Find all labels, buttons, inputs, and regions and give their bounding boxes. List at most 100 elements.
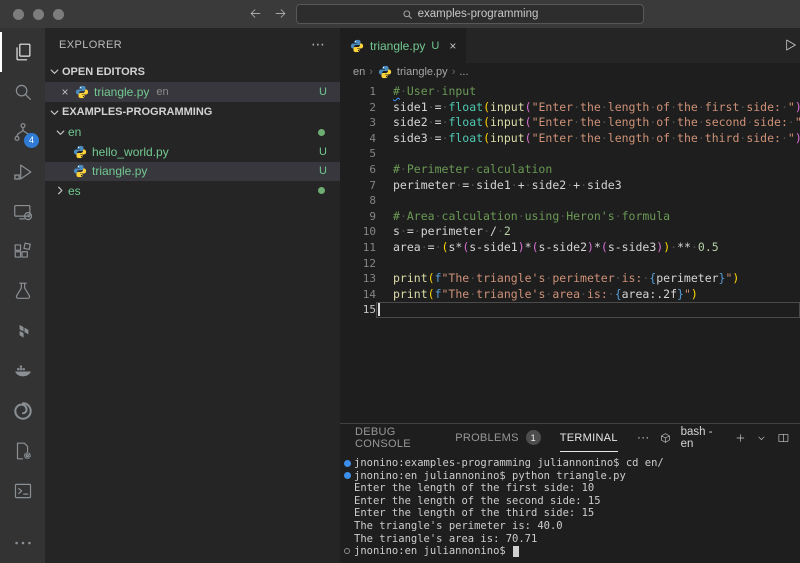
open-editors-list: ×triangle.pyenU	[45, 82, 340, 102]
forward-icon[interactable]	[273, 6, 288, 26]
line-number: 15	[340, 302, 376, 318]
activity-run-and-debug[interactable]	[0, 152, 45, 192]
tree-file-triangle-py[interactable]: triangle.pyU	[45, 162, 340, 182]
line-number: 1	[340, 84, 376, 100]
python-icon	[75, 85, 89, 99]
tree-folder-es[interactable]: es	[45, 181, 340, 201]
tree-file-hello_world-py[interactable]: hello_world.pyU	[45, 142, 340, 162]
line-number: 12	[340, 256, 376, 272]
terminal-text: Enter the length of the third side: 15	[354, 507, 594, 520]
activity-docker[interactable]	[0, 351, 45, 391]
code-line-1[interactable]: 1#·User·input	[340, 84, 800, 100]
panel-tab-terminal[interactable]: TERMINAL	[560, 424, 618, 452]
line-number: 13	[340, 271, 376, 287]
line-content: side3·=·float(input("Enter·the·length·of…	[376, 131, 800, 147]
git-untracked-badge: U	[319, 86, 327, 98]
terminal-line: jnonino:en juliannonino$ python triangle…	[340, 470, 800, 483]
breadcrumb-item[interactable]: ...	[459, 66, 468, 78]
tab-strip: triangle.py U ×	[340, 28, 800, 63]
remote-explorer-icon	[12, 201, 34, 223]
activity-file-gear[interactable]	[0, 431, 45, 471]
run-python-file-button[interactable]	[782, 37, 798, 58]
panel-more-icon[interactable]: ⋯	[637, 430, 651, 446]
text-cursor	[378, 303, 380, 316]
line-number: 6	[340, 162, 376, 178]
line-number: 4	[340, 131, 376, 147]
close-window-button[interactable]	[13, 9, 24, 20]
activity-extensions[interactable]	[0, 232, 45, 272]
play-icon	[782, 37, 798, 53]
breadcrumb-item[interactable]: triangle.py	[397, 66, 448, 78]
code-line-2[interactable]: 2side1·=·float(input("Enter·the·length·o…	[340, 100, 800, 116]
activity-browser-spiral[interactable]	[0, 391, 45, 431]
line-content: area·=·(s*(s-side1)*(s-side2)*(s-side3))…	[376, 240, 719, 256]
code-line-7[interactable]: 7perimeter·=·side1·+·side2·+·side3	[340, 178, 800, 194]
activity-search[interactable]	[0, 72, 45, 112]
code-line-8[interactable]: 8	[340, 193, 800, 209]
chevron-down-icon	[47, 105, 62, 120]
activity-explorer[interactable]	[0, 32, 45, 72]
code-line-10[interactable]: 10s·=·perimeter·/·2	[340, 224, 800, 240]
split-terminal-icon[interactable]	[777, 431, 790, 445]
project-section-header[interactable]: EXAMPLES-PROGRAMMING	[45, 102, 340, 123]
activity-terminal[interactable]	[0, 471, 45, 511]
explorer-actions-icon[interactable]: ⋯	[311, 36, 326, 53]
line-number: 9	[340, 209, 376, 225]
code-line-12[interactable]: 12	[340, 256, 800, 272]
code-line-15[interactable]: 15	[340, 302, 800, 318]
tree-folder-en[interactable]: en	[45, 123, 340, 143]
command-center-search[interactable]: examples-programming	[296, 4, 644, 24]
line-content: perimeter·=·side1·+·side2·+·side3	[376, 178, 622, 194]
activity-remote-explorer[interactable]	[0, 192, 45, 232]
code-line-14[interactable]: 14print(f"The·triangle's·area·is:·{area:…	[340, 287, 800, 303]
python-icon	[73, 164, 87, 178]
code-line-6[interactable]: 6#·Perimeter·calculation	[340, 162, 800, 178]
activity-terraform[interactable]	[0, 311, 45, 351]
minimize-window-button[interactable]	[33, 9, 44, 20]
code-line-4[interactable]: 4side3·=·float(input("Enter·the·length·o…	[340, 131, 800, 147]
git-untracked-badge: U	[319, 146, 327, 158]
python-icon	[350, 39, 364, 53]
maximize-window-button[interactable]	[53, 9, 64, 20]
code-editor[interactable]: 1#·User·input2side1·=·float(input("Enter…	[340, 80, 800, 423]
terminal-instance-label[interactable]: bash - en	[681, 426, 725, 450]
command-center-label: examples-programming	[418, 8, 539, 20]
terminal-text: Enter the length of the second side: 15	[354, 495, 601, 508]
breadcrumb-item[interactable]: en	[353, 66, 365, 78]
line-content	[376, 193, 393, 209]
explorer-sidebar: EXPLORER ⋯ OPEN EDITORS ×triangle.pyenU …	[45, 28, 340, 563]
panel-tab-problems[interactable]: PROBLEMS1	[455, 424, 541, 452]
code-line-9[interactable]: 9#·Area·calculation·using·Heron's·formul…	[340, 209, 800, 225]
breadcrumb[interactable]: en›triangle.py›...	[340, 63, 800, 80]
open-editors-header[interactable]: OPEN EDITORS	[45, 61, 340, 82]
tree-item-label: en	[68, 125, 81, 139]
activity-source-control[interactable]: 4	[0, 112, 45, 152]
tab-git-status: U	[431, 40, 439, 52]
close-editor-icon[interactable]: ×	[57, 85, 73, 99]
terminal-line: Enter the length of the third side: 15	[340, 507, 800, 520]
code-line-3[interactable]: 3side2·=·float(input("Enter·the·length·o…	[340, 115, 800, 131]
line-number: 7	[340, 178, 376, 194]
terminal-line: The triangle's perimeter is: 40.0	[340, 520, 800, 533]
panel-tab-debug-console[interactable]: DEBUG CONSOLE	[355, 424, 436, 452]
open-editor-item[interactable]: ×triangle.pyenU	[45, 82, 340, 102]
editor-group: triangle.py U × en›triangle.py›... 1#·Us…	[340, 28, 800, 563]
close-tab-icon[interactable]: ×	[449, 39, 456, 53]
activity-more-ellipsis[interactable]	[0, 523, 45, 563]
terminal-line: The triangle's area is: 70.71	[340, 533, 800, 546]
open-editor-label: triangle.py	[94, 85, 149, 99]
new-terminal-icon[interactable]	[734, 431, 747, 445]
code-line-11[interactable]: 11area·=·(s*(s-side1)*(s-side2)*(s-side3…	[340, 240, 800, 256]
code-line-13[interactable]: 13print(f"The·triangle's·perimeter·is:·{…	[340, 271, 800, 287]
code-line-5[interactable]: 5	[340, 146, 800, 162]
activity-test-beaker[interactable]	[0, 272, 45, 312]
line-content: s·=·perimeter·/·2	[376, 224, 511, 240]
sidebar-header: EXPLORER ⋯	[45, 28, 340, 61]
extensions-icon	[12, 241, 34, 263]
launch-profile-chevron-icon[interactable]	[755, 431, 768, 445]
back-icon[interactable]	[248, 6, 263, 26]
tab-triangle-py[interactable]: triangle.py U ×	[340, 28, 466, 63]
terminal-text: jnonino:examples-programming juliannonin…	[354, 457, 664, 470]
terminal-output[interactable]: jnonino:examples-programming juliannonin…	[340, 452, 800, 563]
line-content: print(f"The·triangle's·area·is:·{area:.2…	[376, 287, 698, 303]
